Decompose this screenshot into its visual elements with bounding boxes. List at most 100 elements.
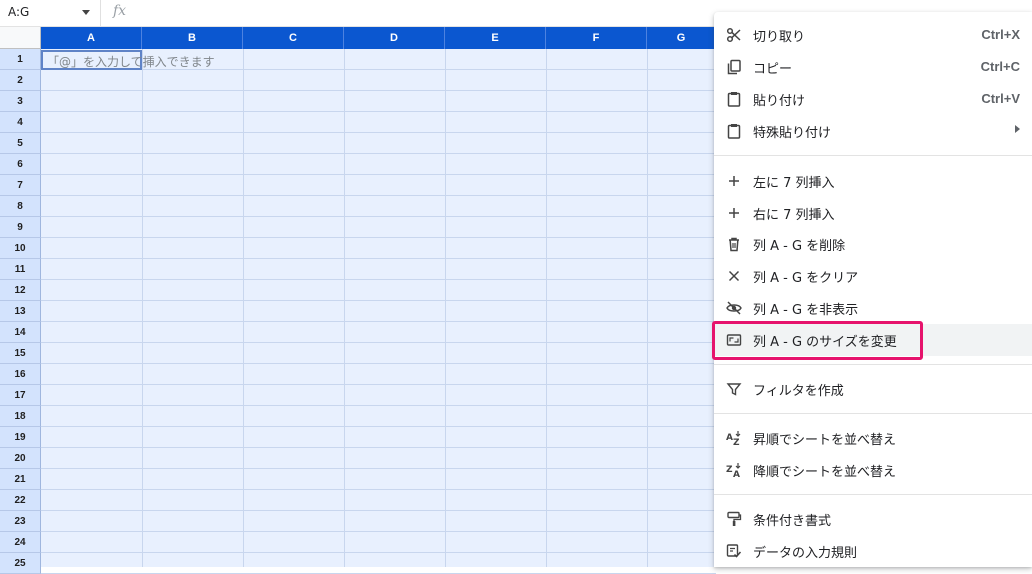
grid-line <box>41 132 716 133</box>
grid-line <box>41 111 716 112</box>
row-header-1[interactable]: 1 <box>0 49 41 70</box>
annotation-highlight-box <box>712 321 923 360</box>
column-header-e[interactable]: E <box>445 27 546 49</box>
grid-line <box>41 342 716 343</box>
menu-item-delete-columns[interactable]: 列 A - G を削除 <box>714 228 1032 260</box>
menu-divider <box>714 494 1032 495</box>
row-header-3[interactable]: 3 <box>0 91 41 112</box>
x-icon <box>726 268 742 284</box>
column-header-f[interactable]: F <box>546 27 647 49</box>
copy-icon <box>726 59 742 75</box>
row-header-24[interactable]: 24 <box>0 532 41 553</box>
menu-item-sort-descending[interactable]: ZA 降順でシートを並べ替え <box>714 454 1032 486</box>
sort-za-icon: ZA <box>726 462 742 478</box>
menu-item-cut[interactable]: 切り取り Ctrl+X <box>714 19 1032 51</box>
row-header-20[interactable]: 20 <box>0 448 41 469</box>
row-header-14[interactable]: 14 <box>0 322 41 343</box>
row-header-19[interactable]: 19 <box>0 427 41 448</box>
menu-item-label: 左に 7 列挿入 <box>753 176 835 191</box>
row-header-12[interactable]: 12 <box>0 280 41 301</box>
submenu-arrow-icon <box>1015 125 1020 133</box>
menu-item-insert-left[interactable]: 左に 7 列挿入 <box>714 165 1032 197</box>
clipboard-icon <box>726 91 742 107</box>
grid-line <box>41 468 716 469</box>
grid-line <box>41 405 716 406</box>
row-header-6[interactable]: 6 <box>0 154 41 175</box>
shortcut-text: Ctrl+X <box>981 27 1020 42</box>
menu-divider <box>714 155 1032 156</box>
row-header-8[interactable]: 8 <box>0 196 41 217</box>
menu-divider <box>714 364 1032 365</box>
row-header-25[interactable]: 25 <box>0 553 41 574</box>
select-all-corner[interactable] <box>0 27 41 49</box>
menu-item-paste[interactable]: 貼り付け Ctrl+V <box>714 83 1032 115</box>
svg-text:Z: Z <box>733 438 740 446</box>
grid-line <box>41 216 716 217</box>
row-header-23[interactable]: 23 <box>0 511 41 532</box>
grid-line <box>41 531 716 532</box>
row-header-13[interactable]: 13 <box>0 301 41 322</box>
row-header-9[interactable]: 9 <box>0 217 41 238</box>
row-header-7[interactable]: 7 <box>0 175 41 196</box>
grid-line <box>41 321 716 322</box>
column-header-c[interactable]: C <box>243 27 344 49</box>
menu-item-label: 降順でシートを並べ替え <box>753 465 897 480</box>
row-header-5[interactable]: 5 <box>0 133 41 154</box>
grid-line <box>41 300 716 301</box>
row-header-22[interactable]: 22 <box>0 490 41 511</box>
grid-line <box>41 363 716 364</box>
menu-item-label: コピー <box>753 62 793 77</box>
row-header-2[interactable]: 2 <box>0 70 41 91</box>
menu-item-clear-columns[interactable]: 列 A - G をクリア <box>714 260 1032 292</box>
menu-divider <box>714 413 1032 414</box>
menu-item-hide-columns[interactable]: 列 A - G を非表示 <box>714 292 1032 324</box>
filter-icon <box>726 381 742 397</box>
menu-item-paste-special[interactable]: 特殊貼り付け <box>714 115 1032 147</box>
menu-item-conditional-formatting[interactable]: 条件付き書式 <box>714 503 1032 535</box>
row-header-4[interactable]: 4 <box>0 112 41 133</box>
context-menu: 切り取り Ctrl+X コピー Ctrl+C 貼り付け Ctrl+V 特殊貼り付… <box>714 12 1032 567</box>
row-header-10[interactable]: 10 <box>0 238 41 259</box>
grid-line <box>41 447 716 448</box>
sort-az-icon: AZ <box>726 430 742 446</box>
grid-line <box>41 174 716 175</box>
paint-roller-icon <box>726 511 742 527</box>
row-header-21[interactable]: 21 <box>0 469 41 490</box>
svg-text:Z: Z <box>726 465 733 475</box>
grid-line <box>41 237 716 238</box>
menu-item-insert-right[interactable]: 右に 7 列挿入 <box>714 197 1032 229</box>
grid-line <box>41 90 716 91</box>
row-header-11[interactable]: 11 <box>0 259 41 280</box>
menu-item-create-filter[interactable]: フィルタを作成 <box>714 373 1032 405</box>
menu-item-label: 右に 7 列挿入 <box>753 208 835 223</box>
row-header-16[interactable]: 16 <box>0 364 41 385</box>
grid-line <box>41 489 716 490</box>
plus-icon <box>726 205 742 221</box>
scissors-icon <box>726 27 742 43</box>
menu-item-label: 条件付き書式 <box>753 514 832 529</box>
menu-item-copy[interactable]: コピー Ctrl+C <box>714 51 1032 83</box>
chevron-down-icon[interactable] <box>82 10 90 15</box>
name-box[interactable]: A:G <box>0 0 101 26</box>
row-header-18[interactable]: 18 <box>0 406 41 427</box>
plus-icon <box>726 173 742 189</box>
column-header-g[interactable]: G <box>647 27 716 49</box>
menu-item-data-validation[interactable]: データの入力規則 <box>714 535 1032 567</box>
row-header-17[interactable]: 17 <box>0 385 41 406</box>
menu-item-sort-ascending[interactable]: AZ 昇順でシートを並べ替え <box>714 422 1032 454</box>
cell-hint-text: 「@」を入力して挿入できます <box>47 55 215 69</box>
menu-item-label: 列 A - G を非表示 <box>753 303 859 318</box>
menu-item-label: 昇順でシートを並べ替え <box>753 433 897 448</box>
grid-line <box>41 384 716 385</box>
selected-cells-area[interactable] <box>41 49 716 574</box>
grid-line <box>41 510 716 511</box>
trash-icon <box>726 236 742 252</box>
column-header-a[interactable]: A <box>41 27 142 49</box>
column-header-d[interactable]: D <box>344 27 445 49</box>
grid-line <box>41 195 716 196</box>
column-header-b[interactable]: B <box>142 27 243 49</box>
grid-line <box>41 426 716 427</box>
shortcut-text: Ctrl+C <box>980 59 1020 74</box>
row-header-15[interactable]: 15 <box>0 343 41 364</box>
menu-item-label: 列 A - G を削除 <box>753 239 846 254</box>
